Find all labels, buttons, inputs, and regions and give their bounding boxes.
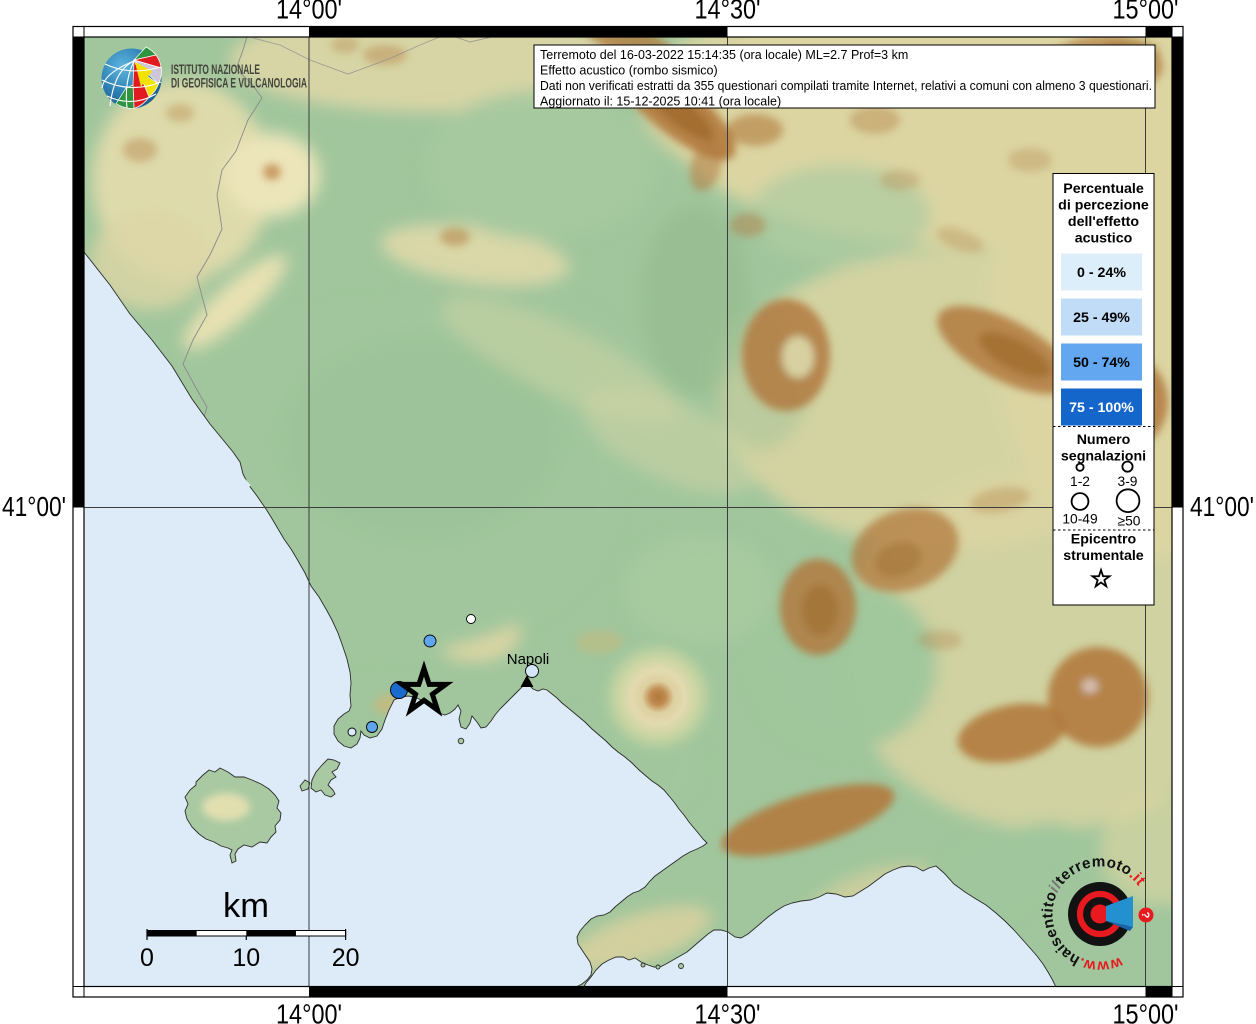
svg-text:Epicentro: Epicentro: [1071, 532, 1137, 548]
svg-text:di percezione: di percezione: [1058, 198, 1149, 214]
svg-text:20: 20: [332, 944, 360, 972]
svg-text:Aggiornato il: 15-12-2025 10:4: Aggiornato il: 15-12-2025 10:41 (ora loc…: [540, 95, 781, 109]
svg-text:75 - 100%: 75 - 100%: [1069, 400, 1134, 416]
svg-text:50 - 74%: 50 - 74%: [1073, 355, 1130, 371]
svg-text:25 - 49%: 25 - 49%: [1073, 310, 1130, 326]
svg-text:1-2: 1-2: [1070, 474, 1090, 489]
svg-text:0 - 24%: 0 - 24%: [1077, 265, 1126, 281]
svg-text:14°00': 14°00': [276, 999, 342, 1024]
svg-text:10-49: 10-49: [1062, 512, 1098, 527]
svg-text:Dati non verificati estratti d: Dati non verificati estratti da 355 ques…: [540, 79, 1152, 93]
svg-text:acustico: acustico: [1075, 231, 1133, 247]
svg-text:Terremoto del 16-03-2022 15:14: Terremoto del 16-03-2022 15:14:35 (ora l…: [540, 48, 908, 62]
svg-text:15°00': 15°00': [1113, 999, 1179, 1024]
svg-text:14°00': 14°00': [276, 0, 342, 25]
svg-text:3-9: 3-9: [1118, 474, 1138, 489]
svg-text:Effetto acustico (rombo sismic: Effetto acustico (rombo sismico): [540, 64, 718, 78]
svg-text:41°00': 41°00': [1190, 491, 1254, 522]
svg-text:segnalazioni: segnalazioni: [1061, 449, 1146, 465]
svg-text:0: 0: [140, 944, 154, 972]
svg-text:dell'effetto: dell'effetto: [1068, 214, 1139, 230]
svg-text:14°30': 14°30': [695, 999, 761, 1024]
svg-text:?: ?: [1139, 912, 1151, 919]
svg-text:14°30': 14°30': [695, 0, 761, 25]
svg-text:15°00': 15°00': [1113, 0, 1179, 25]
svg-text:Napoli: Napoli: [507, 651, 550, 668]
svg-text:Percentuale: Percentuale: [1063, 181, 1144, 197]
svg-text:41°00': 41°00': [2, 491, 66, 522]
svg-text:km: km: [223, 887, 269, 925]
svg-text:≥50: ≥50: [1118, 514, 1141, 529]
svg-text:10: 10: [232, 944, 260, 972]
svg-text:strumentale: strumentale: [1063, 548, 1144, 564]
svg-text:DI GEOFISICA E VULCANOLOGIA: DI GEOFISICA E VULCANOLOGIA: [171, 76, 307, 91]
svg-text:Numero: Numero: [1077, 432, 1131, 448]
